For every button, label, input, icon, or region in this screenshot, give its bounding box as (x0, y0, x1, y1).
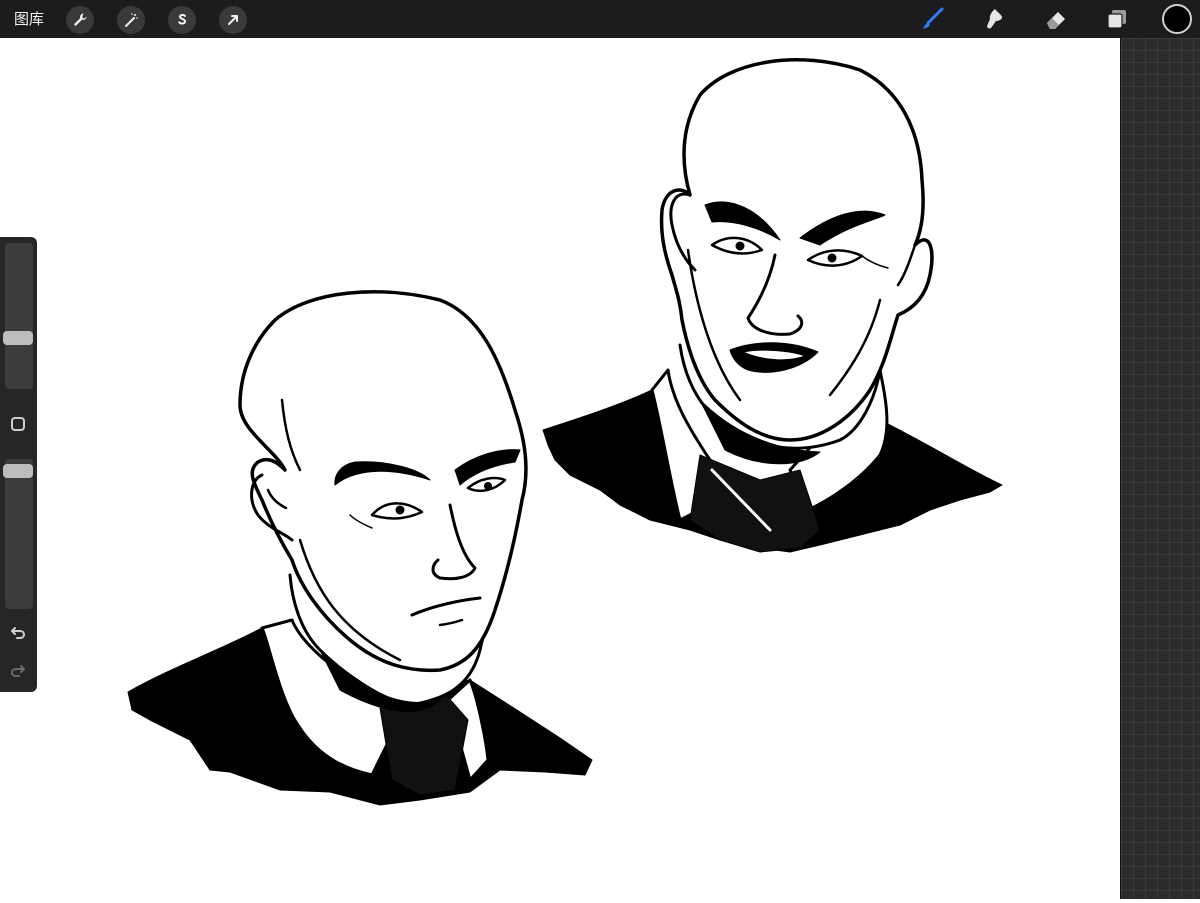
opacity-slider-thumb[interactable] (3, 464, 33, 479)
drawing-canvas[interactable] (0, 38, 1120, 899)
canvas-margin-grid (1120, 38, 1200, 899)
selection-s-icon (178, 13, 187, 25)
transform-arrow-icon (228, 15, 238, 25)
wrench-icon (74, 13, 87, 26)
layers-icon (1107, 10, 1126, 29)
modify-button[interactable] (11, 417, 25, 431)
eraser-tool-button[interactable] (1041, 4, 1071, 34)
brush-size-slider-thumb[interactable] (3, 331, 33, 346)
adjustments-button[interactable] (117, 6, 145, 34)
brush-tool-button[interactable] (918, 4, 948, 34)
smudge-icon (987, 9, 1002, 29)
smudge-tool-button[interactable] (979, 4, 1009, 34)
redo-button[interactable] (9, 661, 27, 679)
portrait-stern (127, 290, 593, 806)
undo-icon (11, 627, 26, 639)
gallery-button[interactable]: 图库 (14, 9, 44, 29)
brush-size-slider[interactable] (3, 243, 33, 389)
actions-button[interactable] (66, 6, 94, 34)
layers-button[interactable] (1102, 4, 1132, 34)
magic-wand-icon (125, 13, 138, 27)
opacity-slider[interactable] (3, 459, 33, 609)
eraser-icon (1047, 12, 1065, 29)
portrait-shouting (542, 58, 1003, 553)
artwork (127, 58, 1003, 806)
color-picker-button[interactable] (1162, 4, 1192, 34)
selection-button[interactable] (168, 6, 196, 34)
brush-icon (923, 7, 944, 29)
sidebar (0, 237, 37, 692)
top-toolbar: 图库 (0, 0, 1200, 38)
redo-icon (10, 665, 25, 677)
transform-button[interactable] (219, 6, 247, 34)
undo-button[interactable] (9, 623, 27, 641)
